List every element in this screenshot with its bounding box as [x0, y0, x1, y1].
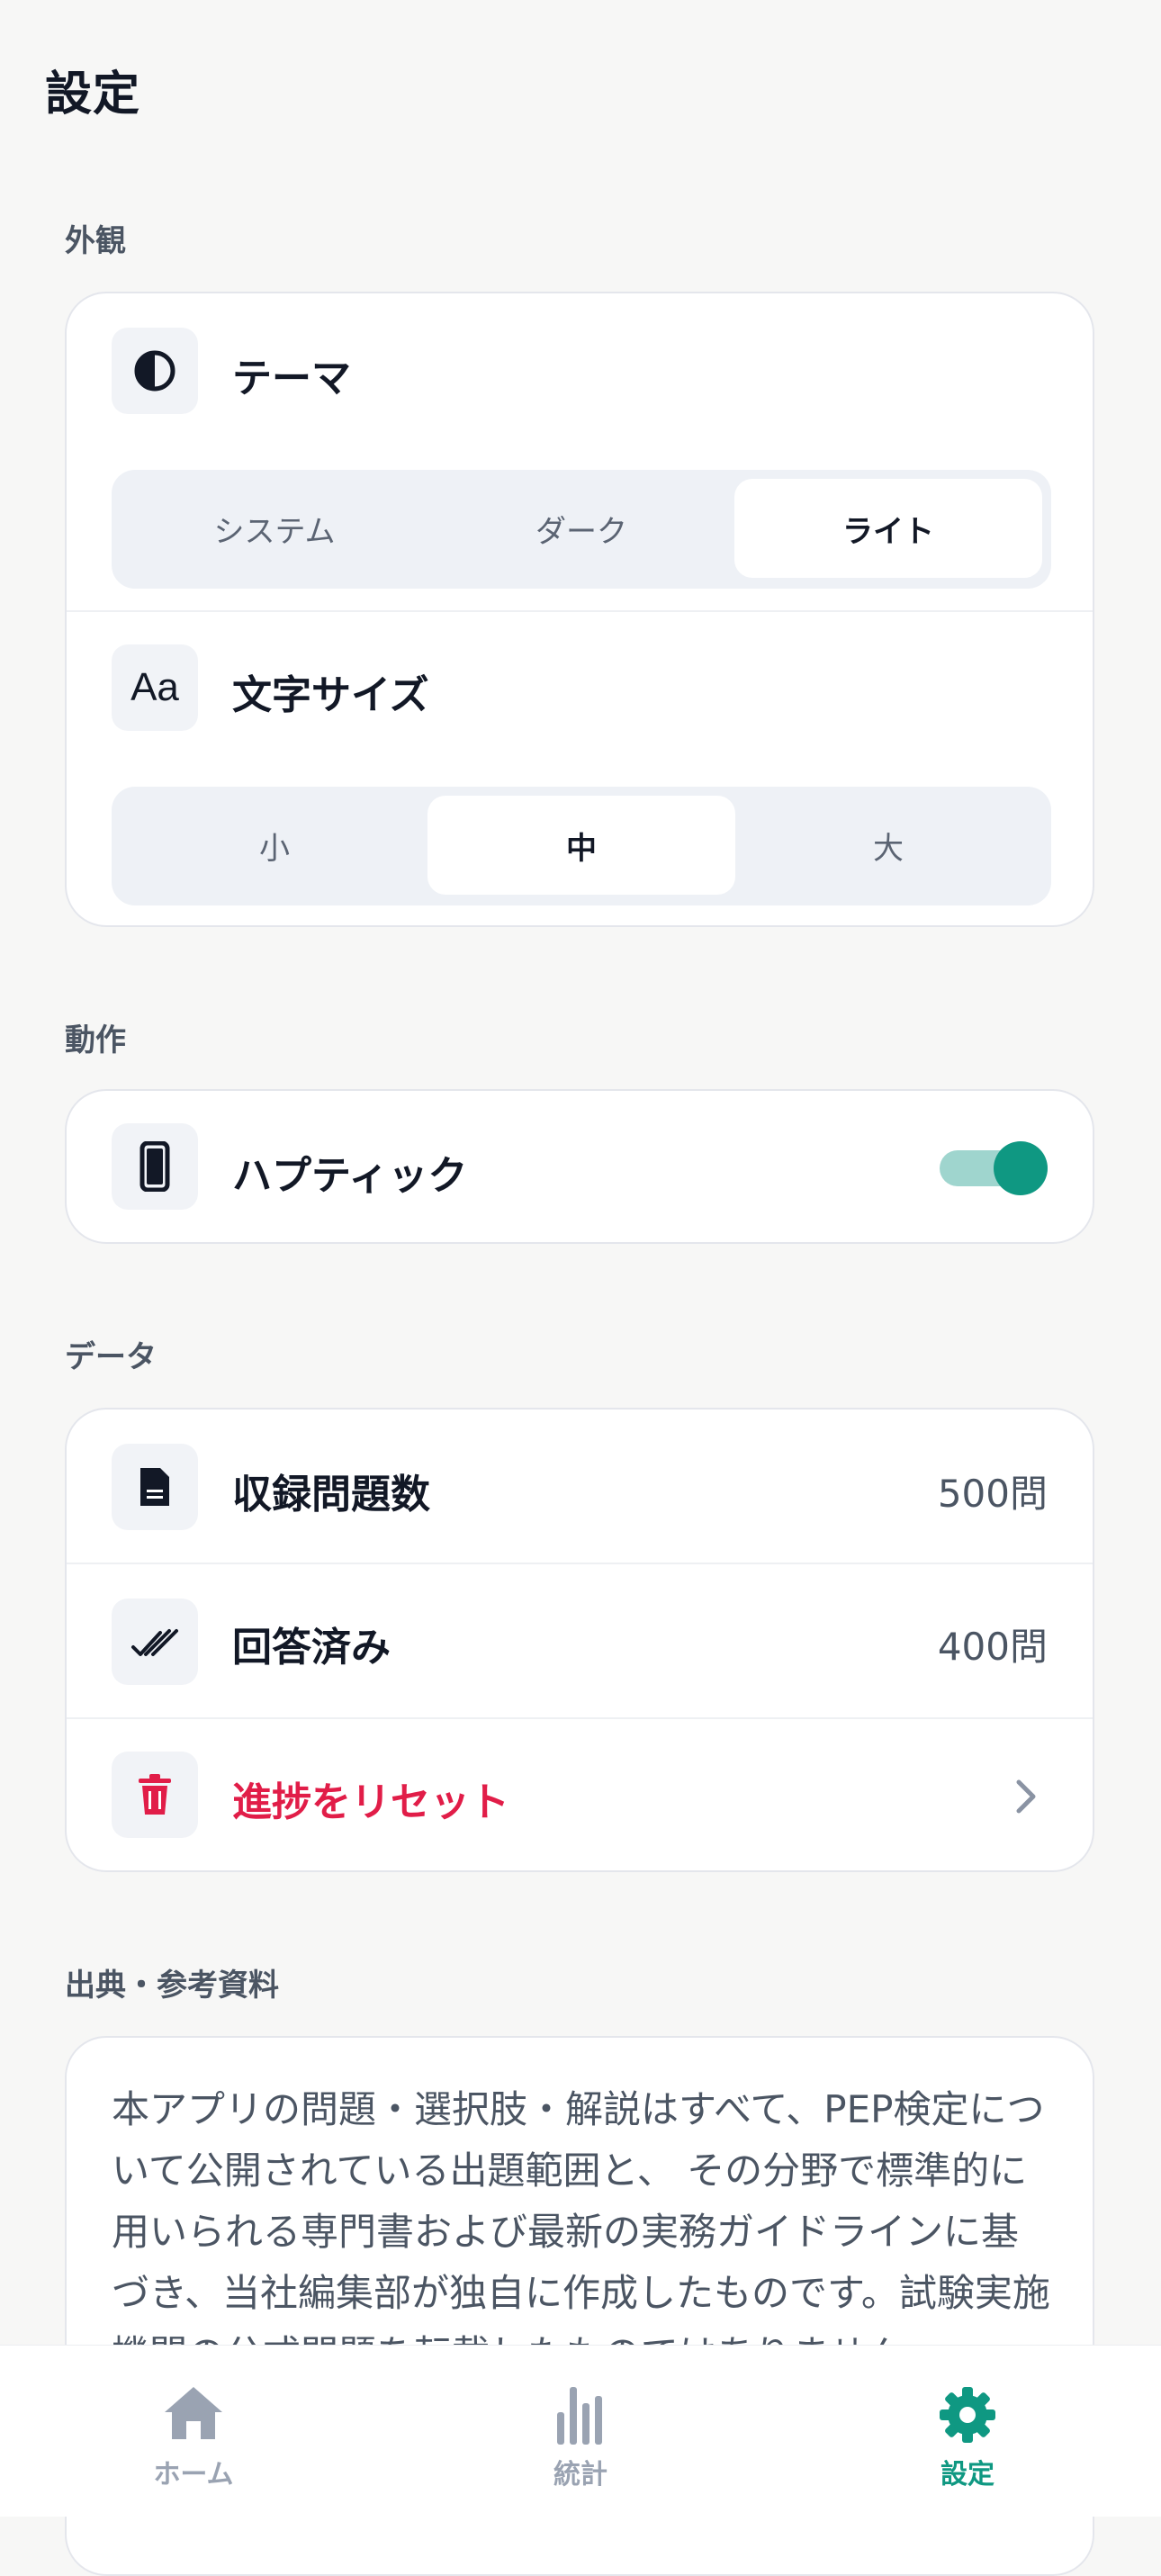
contrast-icon — [112, 328, 198, 414]
appearance-card: テーマ システム ダーク ライト Aa 文字サイズ 小 中 大 — [65, 292, 1094, 927]
document-icon — [112, 1444, 198, 1530]
text-size-option-large[interactable]: 大 — [734, 796, 1042, 895]
text-size-segmented-control: 小 中 大 — [112, 787, 1051, 905]
section-label-sources: 出典・参考資料 — [65, 1968, 279, 2004]
answered-row: 回答済み 400問 — [67, 1564, 1093, 1717]
tab-stats-label: 統計 — [554, 2459, 608, 2490]
page-title: 設定 — [45, 68, 141, 122]
text-size-label: 文字サイズ — [232, 672, 429, 718]
toggle-knob — [994, 1141, 1048, 1195]
text-size-option-small[interactable]: 小 — [121, 796, 428, 895]
section-label-appearance: 外観 — [65, 223, 126, 259]
tab-stats[interactable]: 統計 — [446, 2346, 716, 2517]
data-card: 収録問題数 500問 回答済み 400問 進捗をリセット — [65, 1408, 1094, 1872]
text-size-row: Aa 文字サイズ 小 中 大 — [67, 612, 1093, 925]
haptic-label: ハプティック — [232, 1153, 468, 1199]
theme-label: テーマ — [232, 356, 351, 401]
home-icon — [163, 2385, 224, 2445]
theme-option-dark[interactable]: ダーク — [428, 479, 735, 578]
text-size-option-medium[interactable]: 中 — [428, 796, 735, 895]
haptic-toggle[interactable] — [940, 1141, 1048, 1195]
tab-home-label: ホーム — [153, 2459, 234, 2490]
answered-label: 回答済み — [232, 1625, 391, 1671]
theme-segmented-control: システム ダーク ライト — [112, 470, 1051, 589]
theme-option-system[interactable]: システム — [121, 479, 428, 578]
haptic-row: ハプティック — [67, 1091, 1093, 1242]
tab-home[interactable]: ホーム — [58, 2346, 328, 2517]
tab-settings[interactable]: 設定 — [832, 2346, 1102, 2517]
theme-row: テーマ システム ダーク ライト — [67, 293, 1093, 610]
trash-icon — [112, 1752, 198, 1838]
gear-icon — [938, 2385, 997, 2448]
behavior-card: ハプティック — [65, 1089, 1094, 1244]
double-check-icon — [112, 1599, 198, 1685]
reset-progress-row[interactable]: 進捗をリセット — [67, 1719, 1093, 1870]
section-label-behavior: 動作 — [65, 1022, 126, 1058]
theme-option-light[interactable]: ライト — [734, 479, 1042, 578]
question-count-label: 収録問題数 — [232, 1472, 430, 1518]
text-size-icon: Aa — [112, 644, 198, 731]
question-count-value: 500問 — [937, 1472, 1048, 1516]
tab-settings-label: 設定 — [940, 2459, 994, 2490]
tab-bar: ホーム 統計 設定 — [0, 2345, 1161, 2517]
reset-progress-label: 進捗をリセット — [232, 1779, 509, 1825]
section-label-data: データ — [65, 1339, 157, 1375]
question-count-row: 収録問題数 500問 — [67, 1410, 1093, 1563]
phone-icon — [112, 1123, 198, 1210]
bar-chart-icon — [554, 2385, 608, 2448]
text-size-icon-glyph: Aa — [130, 665, 179, 709]
answered-value: 400問 — [937, 1625, 1048, 1669]
chevron-right-icon — [1013, 1777, 1039, 1820]
sources-body-text: 本アプリの問題・選択肢・解説はすべて、PEP検定について公開されている出題範囲と… — [112, 2087, 1050, 2376]
